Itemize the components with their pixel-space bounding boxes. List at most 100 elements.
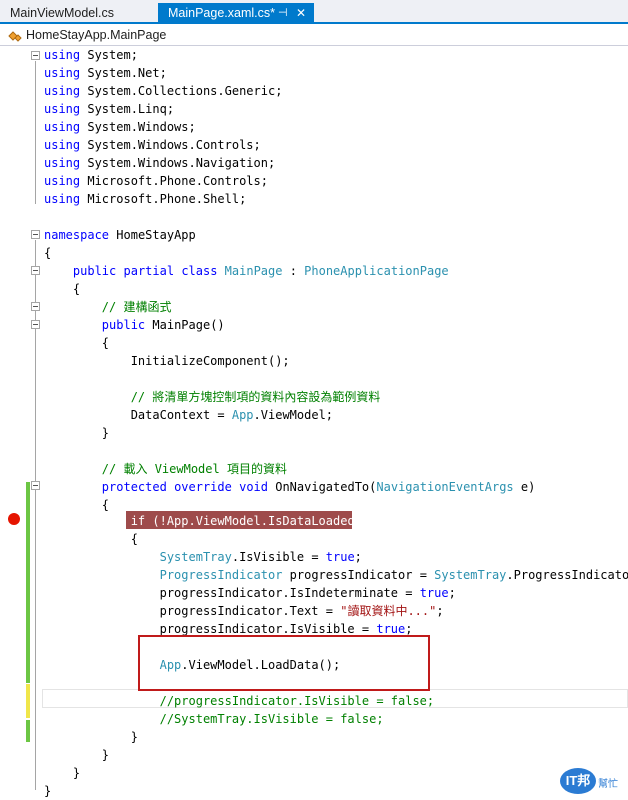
collapse-toggle[interactable] bbox=[31, 51, 40, 60]
code-text: System.Net; bbox=[87, 66, 167, 80]
keyword: using bbox=[44, 66, 81, 80]
code-text: ; bbox=[354, 550, 362, 564]
code-text: System.Windows.Navigation; bbox=[87, 156, 276, 170]
code-text: } bbox=[130, 730, 138, 744]
code-line: InitializeComponent(); bbox=[44, 352, 290, 370]
collapse-toggle[interactable] bbox=[31, 481, 40, 490]
code-text: .IsVisible = bbox=[231, 550, 326, 564]
code-line: // 載入 ViewModel 項目的資料 bbox=[44, 460, 287, 478]
code-text: progressIndicator.IsVisible = bbox=[159, 622, 377, 636]
comment: //progressIndicator.IsVisible = false; bbox=[159, 694, 435, 708]
code-line: //progressIndicator.IsVisible = false; bbox=[44, 692, 435, 710]
code-line: using System.Collections.Generic; bbox=[44, 82, 282, 100]
keyword: true bbox=[376, 622, 406, 636]
ithome-logo-sub: 幫忙 bbox=[598, 779, 618, 790]
code-line: public MainPage() bbox=[44, 316, 225, 334]
code-text: } bbox=[101, 426, 110, 440]
code-line: SystemTray.IsVisible = true; bbox=[44, 548, 362, 566]
keyword: true bbox=[419, 586, 449, 600]
saved-change-bar bbox=[26, 482, 30, 683]
code-line: { bbox=[44, 244, 51, 262]
code-line: using System.Linq; bbox=[44, 100, 174, 118]
annotation-highlight-box bbox=[138, 635, 430, 691]
code-text: InitializeComponent(); bbox=[130, 354, 290, 368]
keyword: true bbox=[325, 550, 355, 564]
close-icon[interactable]: ✕ bbox=[296, 3, 306, 24]
code-text: } bbox=[44, 784, 52, 798]
code-text: : bbox=[282, 264, 305, 278]
type-name: PhoneApplicationPage bbox=[304, 264, 449, 278]
collapse-toggle[interactable] bbox=[31, 302, 40, 311]
code-text: .ViewModel; bbox=[253, 408, 334, 422]
code-line: public partial class MainPage : PhoneApp… bbox=[44, 262, 449, 280]
code-line: { bbox=[44, 280, 80, 298]
keyword: partial bbox=[123, 264, 175, 278]
breakpoint-icon[interactable] bbox=[8, 513, 20, 525]
code-line: // 將清單方塊控制項的資料內容設為範例資料 bbox=[44, 388, 381, 406]
keyword: using bbox=[44, 174, 81, 188]
keyword: public bbox=[101, 318, 146, 332]
keyword: override bbox=[174, 480, 232, 494]
keyword: using bbox=[44, 102, 81, 116]
code-line: } bbox=[44, 728, 138, 746]
keyword: using bbox=[44, 48, 81, 62]
type-name: SystemTray bbox=[159, 550, 232, 564]
keyword: using bbox=[44, 192, 81, 206]
keyword: public bbox=[72, 264, 117, 278]
code-text: progressIndicator.IsIndeterminate = bbox=[159, 586, 420, 600]
code-text: ; bbox=[405, 622, 413, 636]
code-text: .ProgressIndicator; bbox=[506, 568, 628, 582]
type-breadcrumb: HomeStayApp.MainPage bbox=[26, 28, 167, 42]
code-line: namespace HomeStayApp bbox=[44, 226, 196, 244]
code-line: using System.Net; bbox=[44, 64, 167, 82]
code-line: { bbox=[44, 530, 138, 548]
pin-icon[interactable]: ⊣ bbox=[278, 3, 288, 24]
keyword: using bbox=[44, 84, 81, 98]
code-text: System.Collections.Generic; bbox=[87, 84, 283, 98]
code-line: ProgressIndicator progressIndicator = Sy… bbox=[44, 566, 628, 584]
code-text: System.Linq; bbox=[87, 102, 175, 116]
code-line: using System.Windows; bbox=[44, 118, 196, 136]
tab-mainviewmodel[interactable]: MainViewModel.cs bbox=[0, 3, 152, 24]
code-text: HomeStayApp bbox=[116, 228, 196, 242]
ithome-watermark: IT邦 幫忙 bbox=[560, 768, 620, 796]
keyword: using bbox=[44, 156, 81, 170]
code-line: //SystemTray.IsVisible = false; bbox=[44, 710, 384, 728]
type-name: SystemTray bbox=[434, 568, 507, 582]
code-text: Microsoft.Phone.Shell; bbox=[87, 192, 247, 206]
ithome-logo: IT邦 bbox=[560, 768, 596, 794]
code-line: using System.Windows.Navigation; bbox=[44, 154, 275, 172]
collapse-toggle[interactable] bbox=[31, 230, 40, 239]
tab-mainpage-xaml-cs[interactable]: MainPage.xaml.cs* ⊣ ✕ bbox=[158, 3, 314, 24]
code-line: using Microsoft.Phone.Controls; bbox=[44, 172, 268, 190]
keyword: namespace bbox=[44, 228, 110, 242]
code-text: ; bbox=[436, 604, 444, 618]
saved-change-bar bbox=[26, 720, 30, 742]
comment: // 建構函式 bbox=[101, 300, 172, 314]
code-line: using System.Windows.Controls; bbox=[44, 136, 261, 154]
code-text: progressIndicator = bbox=[282, 568, 435, 582]
code-line: { bbox=[44, 334, 109, 352]
type-name: NavigationEventArgs bbox=[376, 480, 514, 494]
keyword: class bbox=[181, 264, 218, 278]
code-text: ; bbox=[448, 586, 456, 600]
code-line: if (!App.ViewModel.IsDataLoaded) bbox=[44, 512, 362, 530]
code-line: progressIndicator.Text = "讀取資料中..."; bbox=[44, 602, 444, 620]
breakpoint-code: if (!App.ViewModel.IsDataLoaded) bbox=[130, 514, 362, 528]
collapse-toggle[interactable] bbox=[31, 266, 40, 275]
string-literal: "讀取資料中..." bbox=[340, 604, 437, 618]
code-line: DataContext = App.ViewModel; bbox=[44, 406, 333, 424]
comment: // 將清單方塊控制項的資料內容設為範例資料 bbox=[130, 390, 381, 404]
collapse-toggle[interactable] bbox=[31, 320, 40, 329]
code-text: { bbox=[101, 498, 110, 512]
keyword: using bbox=[44, 138, 81, 152]
comment: //SystemTray.IsVisible = false; bbox=[159, 712, 384, 726]
code-text: } bbox=[101, 748, 110, 762]
code-text: System.Windows; bbox=[87, 120, 196, 134]
tab-label: MainPage.xaml.cs* bbox=[168, 6, 275, 20]
navigation-bar[interactable]: HomeStayApp.MainPage bbox=[0, 26, 628, 46]
code-text: OnNavigatedTo( bbox=[275, 480, 377, 494]
code-line: } bbox=[44, 424, 109, 442]
code-text: DataContext = bbox=[130, 408, 232, 422]
code-text: e) bbox=[513, 480, 536, 494]
